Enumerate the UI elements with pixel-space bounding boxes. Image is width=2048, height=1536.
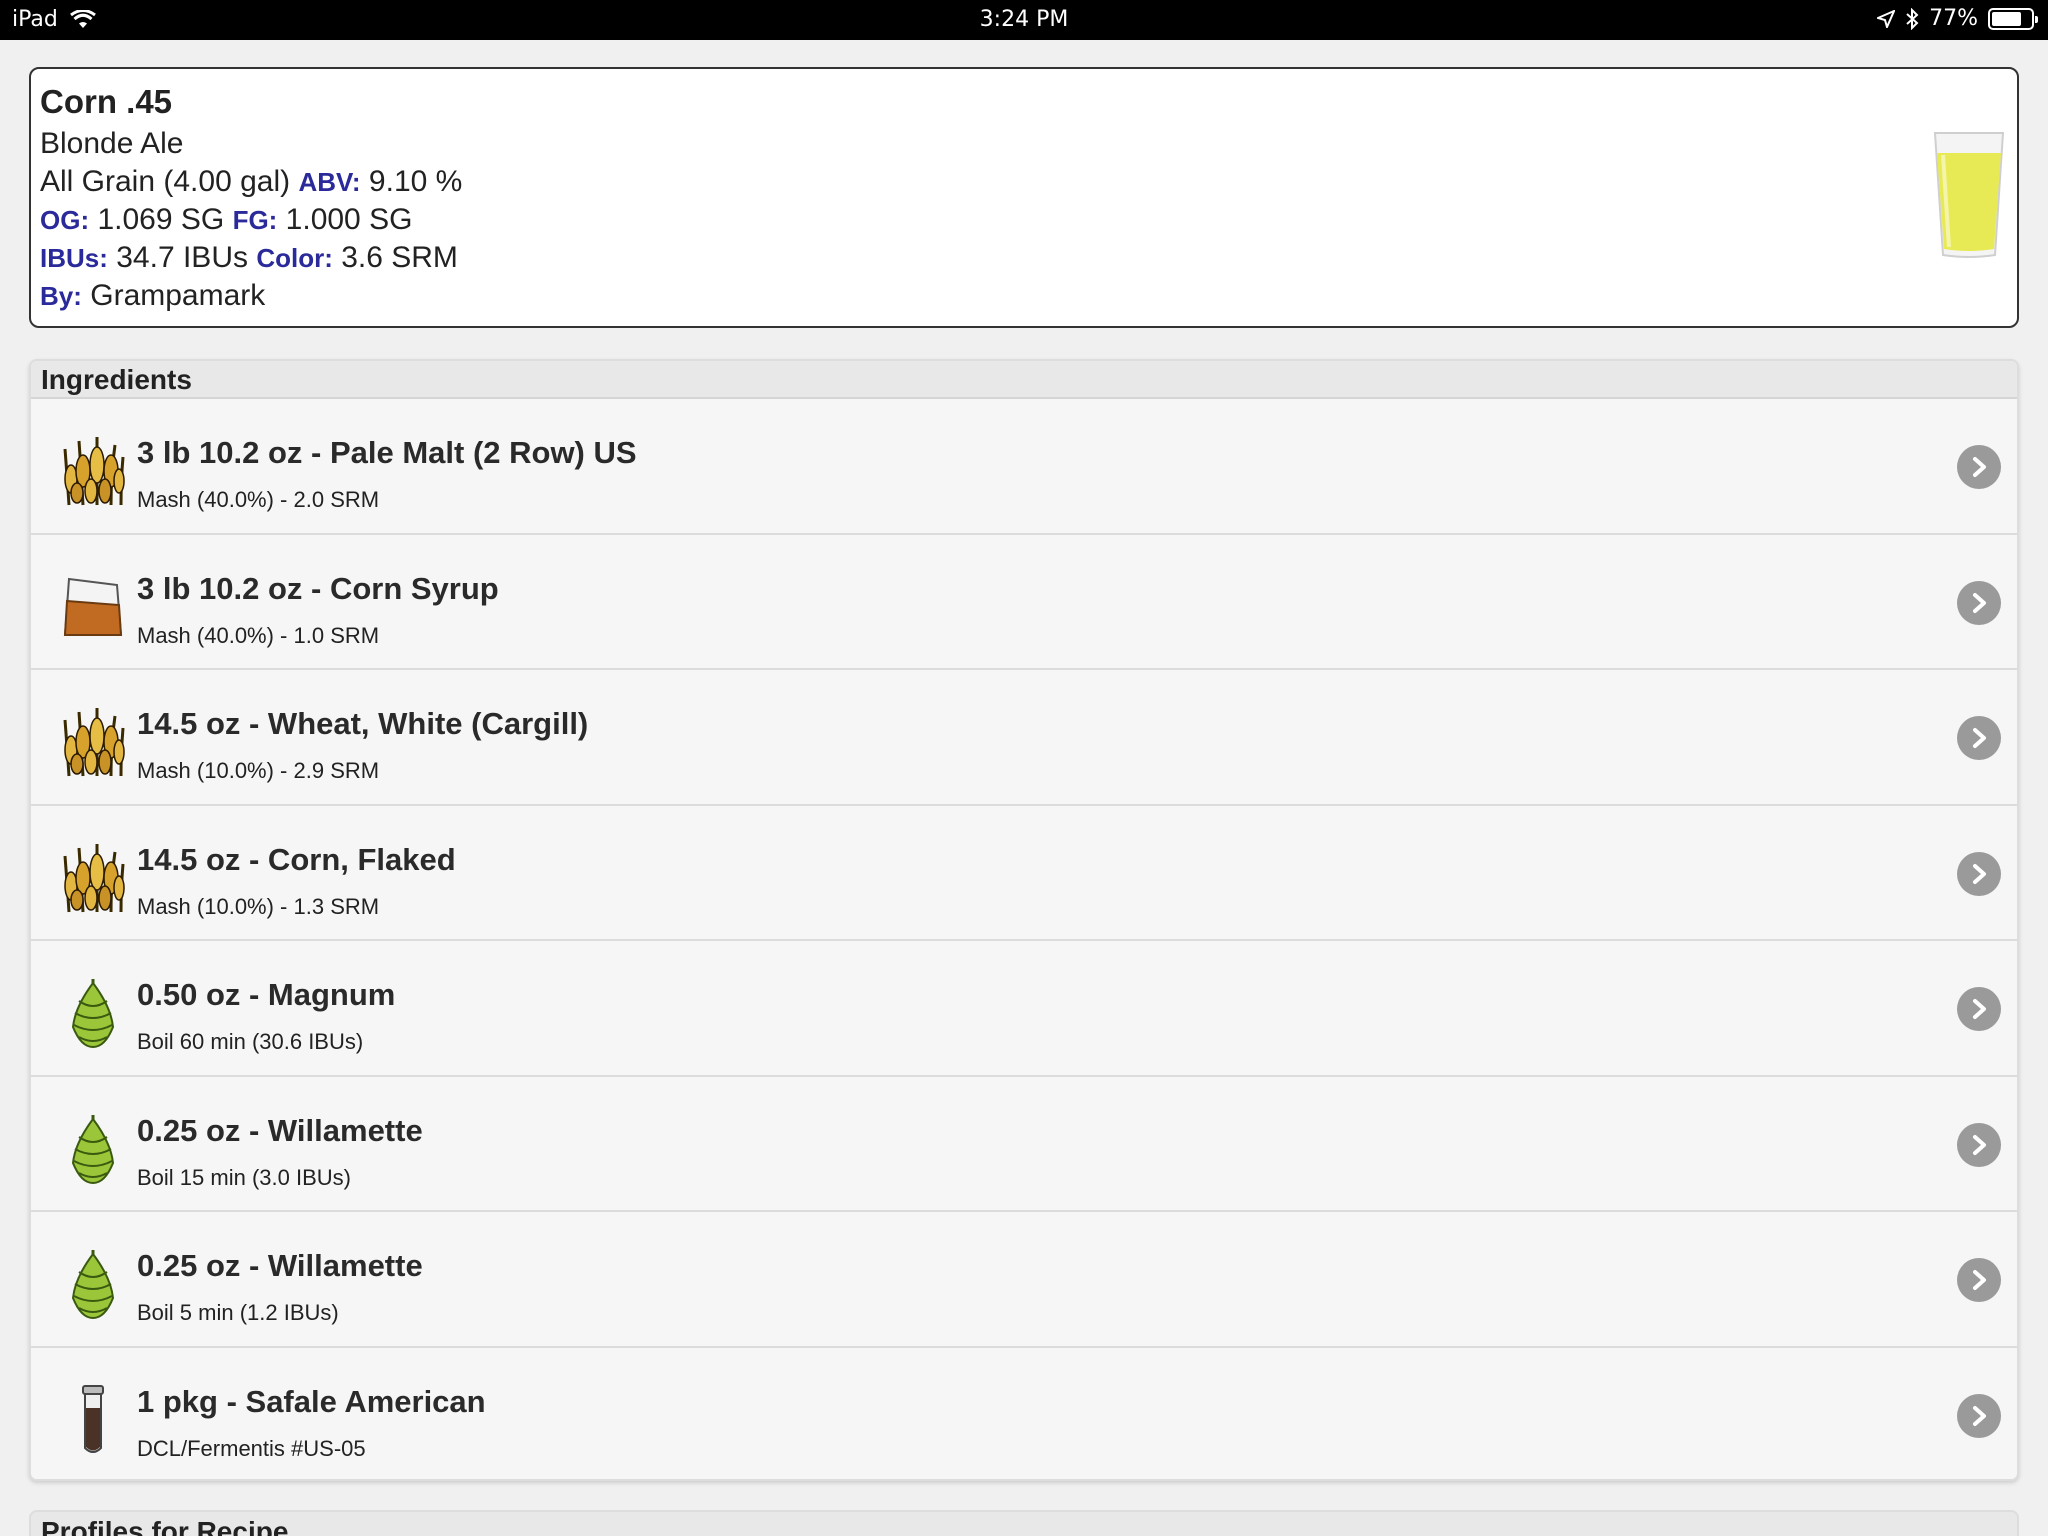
location-arrow-icon [1877, 9, 1896, 28]
ingredient-detail: Boil 60 min (30.6 IBUs) [137, 1029, 364, 1054]
ingredient-detail: Boil 5 min (1.2 IBUs) [137, 1300, 339, 1325]
recipe-summary-card: Corn .45 Blonde Ale All Grain (4.00 gal)… [29, 67, 2019, 328]
ingredient-name: 0.25 oz - Willamette [137, 1248, 423, 1283]
abv-value: 9.10 % [368, 165, 463, 198]
ingredient-detail: Mash (10.0%) - 1.3 SRM [137, 893, 380, 919]
ingredient-row[interactable]: 1 pkg - Safale American DCL/Fermentis #US… [31, 1347, 2017, 1479]
ingredient-name: 0.25 oz - Willamette [137, 1112, 423, 1148]
ingredient-row[interactable]: 0.50 oz - Magnum Boil 60 min (30.6 IBUs) [31, 941, 2017, 1077]
ingredient-row[interactable]: 0.25 oz - Willamette Boil 5 min (1.2 IBUs… [31, 1212, 2017, 1348]
hop-icon [61, 1113, 125, 1185]
ingredient-row[interactable]: 0.25 oz - Willamette Boil 15 min (3.0 IBU… [31, 1076, 2017, 1212]
recipe-style: Blonde Ale [40, 127, 184, 160]
ingredient-name: 0.50 oz - Magnum [137, 977, 396, 1012]
ibus-value: 34.7 IBUs [116, 241, 248, 274]
battery-icon [1988, 7, 2038, 30]
ingredient-row[interactable]: 14.5 oz - Wheat, White (Cargill) Mash (10… [31, 670, 2017, 806]
ingredient-detail: Boil 15 min (3.0 IBUs) [137, 1164, 351, 1190]
author-line: By: Grampamark [40, 277, 2017, 315]
ingredient-row[interactable]: 3 lb 10.2 oz - Pale Malt (2 Row) US Mash … [31, 399, 2017, 535]
chevron-right-icon[interactable] [1957, 851, 2001, 896]
syrup-icon [61, 571, 125, 643]
ingredient-detail: DCL/Fermentis #US-05 [137, 1435, 366, 1461]
ingredient-name: 14.5 oz - Wheat, White (Cargill) [137, 706, 589, 741]
status-time: 3:24 PM [979, 7, 1069, 32]
chevron-right-icon[interactable] [1957, 1393, 2001, 1438]
recipe-type-abv-line: All Grain (4.00 gal) ABV: 9.10 % [40, 163, 2017, 201]
ingredient-row[interactable]: 14.5 oz - Corn, Flaked Mash (10.0%) - 1.3… [31, 805, 2017, 941]
by-label: By: [40, 281, 82, 311]
chevron-right-icon[interactable] [1957, 580, 2001, 625]
ingredient-name: 3 lb 10.2 oz - Corn Syrup [137, 570, 499, 606]
ingredient-detail: Mash (40.0%) - 2.0 SRM [137, 487, 380, 512]
og-value: 1.069 SG [97, 203, 225, 236]
status-bar-right: 77% [1877, 6, 2038, 31]
grain-icon [61, 706, 125, 778]
ingredient-name: 3 lb 10.2 oz - Pale Malt (2 Row) US [137, 435, 637, 470]
recipe-name: Corn .45 [40, 83, 173, 120]
gravity-line: OG: 1.069 SG FG: 1.000 SG [40, 201, 2017, 239]
profiles-header: Profiles for Recipe [29, 1510, 2019, 1536]
abv-label: ABV: [298, 167, 361, 197]
chevron-right-icon[interactable] [1957, 716, 2001, 760]
battery-level [1992, 11, 2021, 26]
author-name: Grampamark [90, 279, 266, 312]
bluetooth-icon [1906, 7, 1919, 30]
chevron-right-icon[interactable] [1957, 987, 2001, 1031]
status-bar: iPad 3:24 PM 77% [0, 0, 2048, 40]
hop-icon [61, 1248, 125, 1320]
fg-label: FG: [232, 205, 278, 235]
chevron-right-icon[interactable] [1957, 1122, 2001, 1167]
beer-glass-icon [1933, 132, 2005, 258]
recipe-type: All Grain (4.00 gal) [40, 165, 291, 198]
ibus-label: IBUs: [40, 243, 108, 273]
ingredients-header: Ingredients [31, 361, 2017, 399]
ingredient-name: 1 pkg - Safale American [137, 1383, 486, 1419]
yeast-icon [61, 1384, 125, 1456]
ingredients-section: Ingredients 3 lb 10.2 oz - Pale Malt (2 … [29, 359, 2019, 1481]
hop-icon [61, 977, 125, 1049]
chevron-right-icon[interactable] [1957, 1258, 2001, 1302]
grain-icon [61, 435, 125, 507]
ingredient-row[interactable]: 3 lb 10.2 oz - Corn Syrup Mash (40.0%) - … [31, 534, 2017, 670]
grain-icon [61, 842, 125, 914]
ingredients-list: 3 lb 10.2 oz - Pale Malt (2 Row) US Mash … [31, 399, 2017, 1479]
chevron-right-icon[interactable] [1957, 445, 2001, 489]
ingredient-detail: Mash (10.0%) - 2.9 SRM [137, 758, 380, 783]
fg-value: 1.000 SG [285, 203, 413, 236]
color-value: 3.6 SRM [341, 241, 458, 274]
battery-percent: 77% [1929, 6, 1978, 31]
ibu-color-line: IBUs: 34.7 IBUs Color: 3.6 SRM [40, 239, 2017, 277]
og-label: OG: [40, 205, 90, 235]
color-label: Color: [256, 243, 333, 273]
ingredient-detail: Mash (40.0%) - 1.0 SRM [137, 622, 380, 648]
ingredient-name: 14.5 oz - Corn, Flaked [137, 841, 456, 877]
